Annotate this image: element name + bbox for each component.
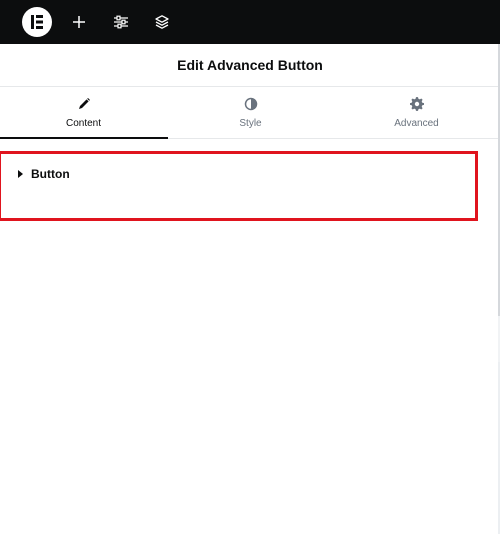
tab-style-label: Style — [239, 117, 262, 129]
panel-tabs: Content Style Advanced — [0, 87, 500, 139]
panel-header: Edit Advanced Button — [0, 44, 500, 87]
add-element-button[interactable] — [69, 12, 89, 32]
button-section-toggle[interactable]: Button — [18, 164, 70, 184]
page-title: Edit Advanced Button — [177, 57, 323, 73]
caret-right-icon — [18, 170, 23, 178]
editor-topbar — [0, 0, 500, 44]
active-tab-indicator — [0, 137, 168, 139]
tab-style[interactable]: Style — [167, 87, 334, 138]
pencil-icon — [78, 97, 90, 109]
structure-button[interactable] — [152, 12, 172, 32]
tab-content[interactable]: Content — [0, 87, 168, 139]
tab-content-label: Content — [65, 117, 102, 129]
elementor-logo-icon[interactable] — [22, 7, 52, 37]
section-title: Button — [31, 167, 70, 181]
half-circle-icon — [244, 97, 257, 110]
tab-advanced[interactable]: Advanced — [333, 87, 500, 138]
plus-icon — [73, 16, 85, 28]
gear-icon — [409, 96, 424, 111]
site-settings-button[interactable] — [111, 12, 131, 32]
button-section-highlight — [0, 151, 478, 221]
tab-advanced-label: Advanced — [394, 117, 439, 129]
layers-icon — [155, 15, 169, 29]
sliders-icon — [114, 15, 128, 29]
